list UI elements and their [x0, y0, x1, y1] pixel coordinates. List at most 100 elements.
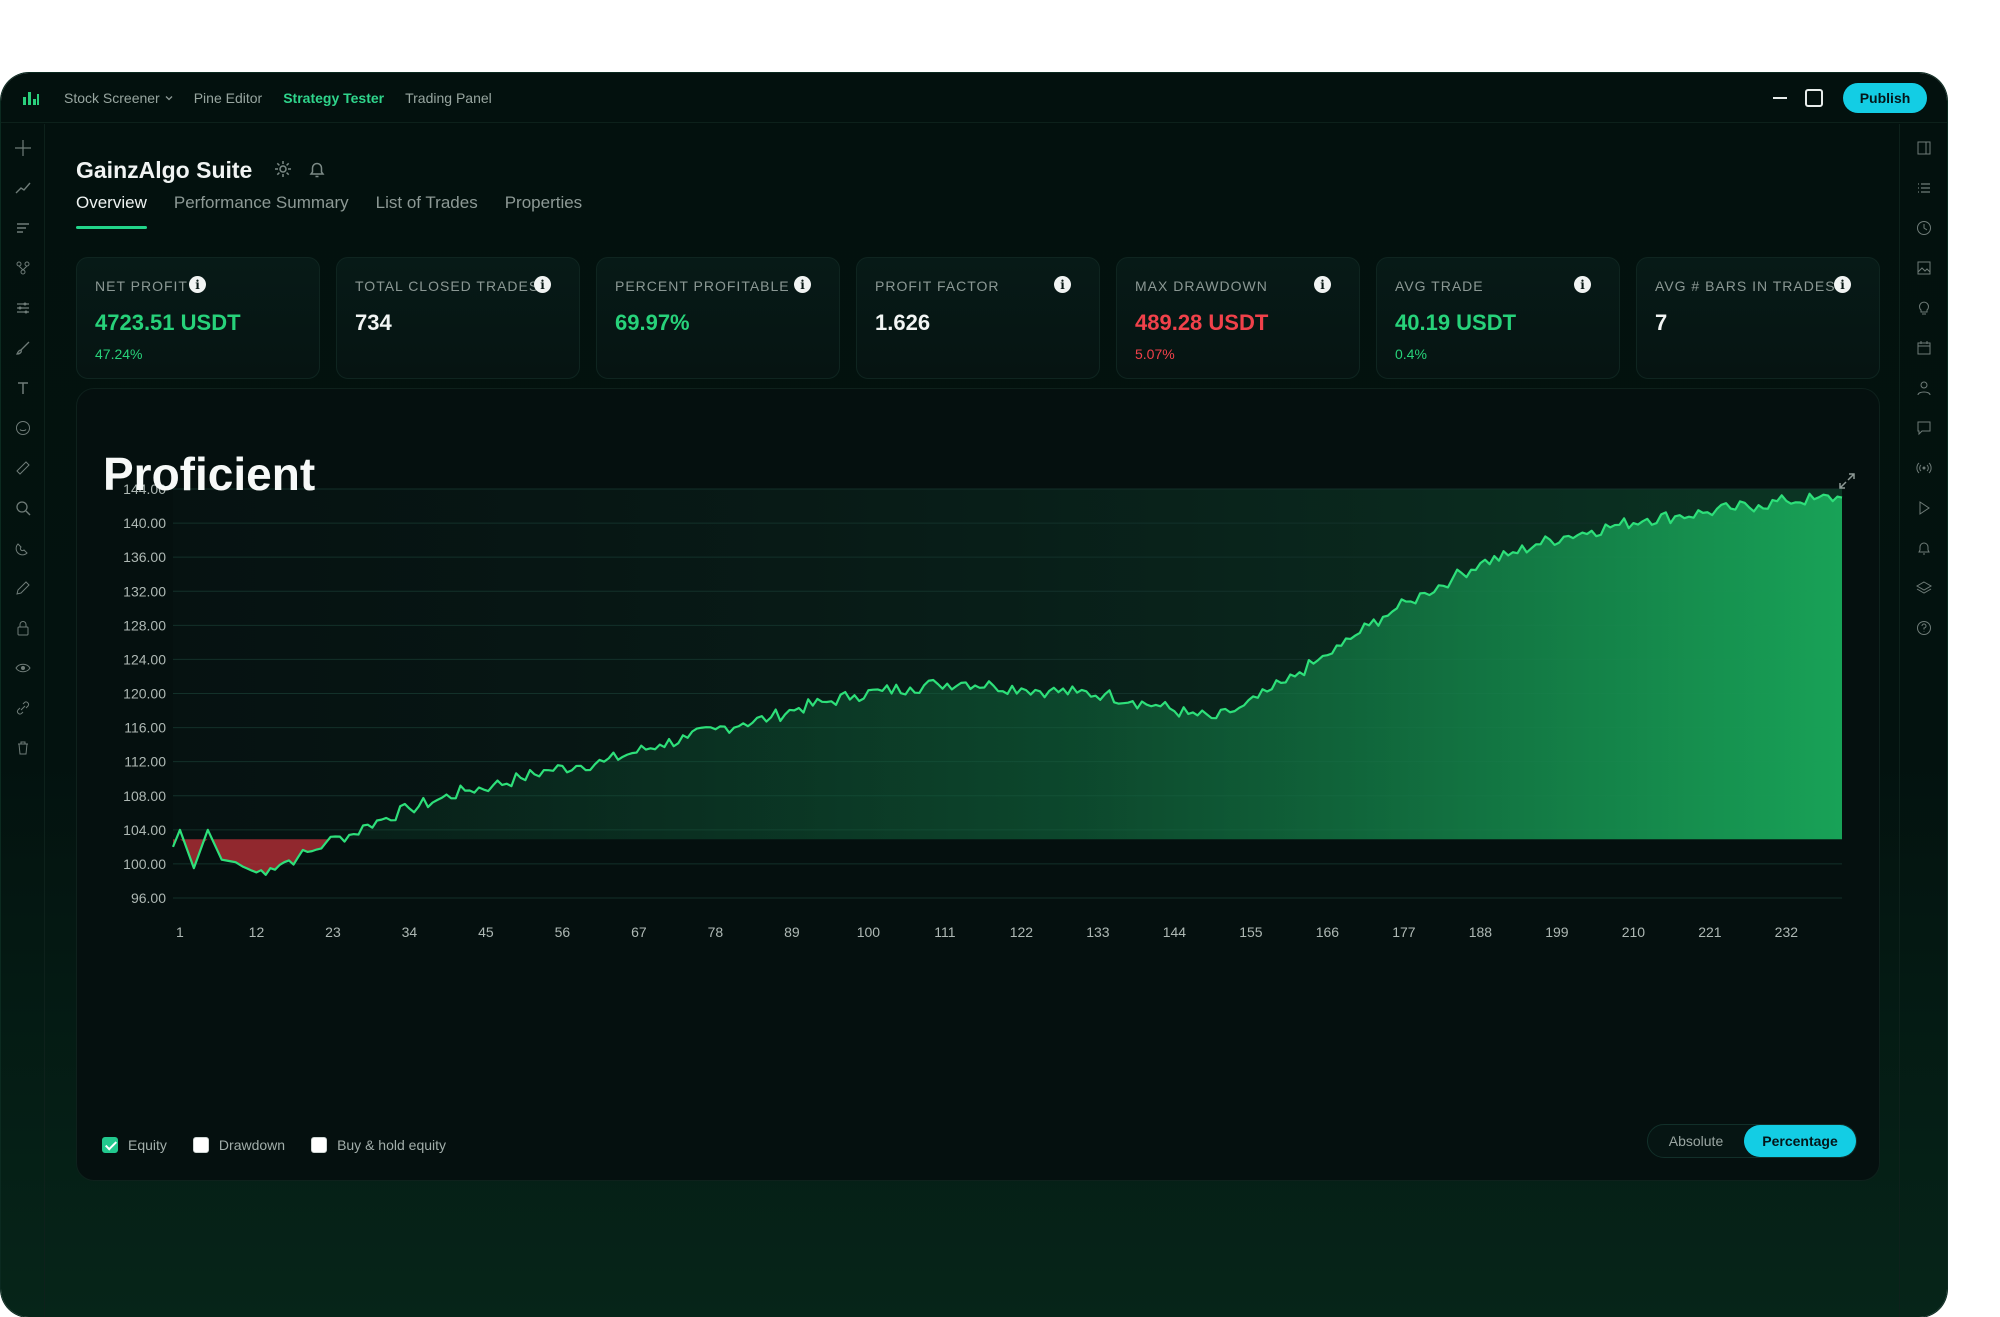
metric-card-avg-trade: Avg Trade i 40.19 USDT 0.4%: [1376, 257, 1620, 379]
play-icon[interactable]: [1916, 500, 1932, 516]
chart-title: Proficient: [103, 448, 316, 500]
metric-card-net-profit: Net Profit i 4723.51 USDT 47.24%: [76, 257, 320, 379]
nav-strategy-tester[interactable]: Strategy Tester: [283, 90, 384, 106]
checkbox-unchecked[interactable]: [311, 1137, 328, 1153]
chart-logo-icon: [23, 92, 39, 105]
nav-pine-editor[interactable]: Pine Editor: [194, 90, 262, 106]
eye-icon[interactable]: [15, 660, 31, 676]
y-tick-label: 100.00: [123, 856, 166, 872]
tab-overview[interactable]: Overview: [76, 193, 147, 229]
gear-icon[interactable]: [273, 159, 293, 179]
image-icon[interactable]: [1916, 260, 1932, 276]
metric-label: Max Drawdown: [1135, 278, 1268, 294]
nav-trading-panel[interactable]: Trading Panel: [405, 90, 492, 106]
metric-label: Percent Profitable: [615, 278, 790, 294]
checkbox-checked[interactable]: [102, 1137, 118, 1153]
user-icon[interactable]: [1916, 380, 1932, 396]
help-icon[interactable]: [1916, 620, 1932, 636]
trend-line-icon[interactable]: [15, 180, 31, 196]
magnet-icon[interactable]: [15, 540, 31, 556]
legend-equity-checkbox[interactable]: Equity: [102, 1137, 167, 1153]
minimize-button[interactable]: [1773, 73, 1789, 123]
fork-icon[interactable]: [15, 260, 31, 276]
nav-stock-screener[interactable]: Stock Screener: [64, 90, 173, 106]
publish-button[interactable]: Publish: [1843, 83, 1927, 113]
equity-chart-panel: 96.00 100.00 104.00 108.00 112.00 116.00 120.0…: [76, 388, 1880, 1181]
y-tick-label: 96.00: [131, 890, 166, 906]
x-tick-label: 188: [1469, 924, 1493, 940]
chat-icon[interactable]: [1916, 420, 1932, 436]
metric-value: 69.97%: [615, 310, 690, 335]
x-tick-label: 155: [1239, 924, 1263, 940]
legend-drawdown-checkbox[interactable]: Drawdown: [192, 1137, 286, 1153]
legend-label: Drawdown: [218, 1137, 286, 1153]
brush-icon[interactable]: [15, 340, 31, 356]
bell-icon[interactable]: [307, 159, 327, 179]
info-icon[interactable]: i: [1834, 276, 1851, 293]
metric-value: 4723.51 USDT: [95, 310, 241, 335]
pencil-icon[interactable]: [15, 580, 31, 596]
info-icon[interactable]: i: [1314, 276, 1331, 293]
panel-icon[interactable]: [1916, 140, 1932, 156]
text-lines-icon[interactable]: [15, 220, 31, 236]
info-icon[interactable]: i: [1574, 276, 1591, 293]
metric-cards: Net Profit i 4723.51 USDT 47.24% Total C…: [76, 257, 1880, 379]
x-tick-label: 221: [1698, 924, 1722, 940]
lock-icon[interactable]: [15, 620, 31, 636]
metric-value: 489.28 USDT: [1135, 310, 1269, 335]
info-icon[interactable]: i: [1054, 276, 1071, 293]
metric-label: Profit Factor: [875, 278, 1000, 294]
toggle-percentage[interactable]: Percentage: [1744, 1125, 1856, 1157]
toggle-absolute[interactable]: Absolute: [1648, 1125, 1744, 1157]
calendar-icon[interactable]: [1916, 340, 1932, 356]
lightbulb-icon[interactable]: [1916, 300, 1932, 316]
top-bar: Stock Screener Pine Editor Strategy Test…: [1, 73, 1947, 123]
maximize-button[interactable]: [1805, 73, 1825, 123]
x-tick-label: 34: [402, 924, 418, 940]
crosshair-icon[interactable]: [15, 140, 31, 156]
clock-icon[interactable]: [1916, 220, 1932, 236]
tab-performance-summary[interactable]: Performance Summary: [174, 193, 349, 229]
tab-list-of-trades[interactable]: List of Trades: [376, 193, 478, 229]
metric-label: Net Profit: [95, 278, 188, 294]
broadcast-icon[interactable]: [1916, 460, 1932, 476]
x-tick-label: 89: [784, 924, 800, 940]
y-tick-label: 104.00: [123, 822, 166, 838]
metric-card-max-drawdown: Max Drawdown i 489.28 USDT 5.07%: [1116, 257, 1360, 379]
ruler-icon[interactable]: [15, 460, 31, 476]
x-tick-label: 177: [1392, 924, 1416, 940]
scale-toggle: Absolute Percentage: [1647, 1124, 1857, 1158]
checkbox-unchecked[interactable]: [192, 1137, 209, 1153]
info-icon[interactable]: i: [534, 276, 551, 293]
bell-icon[interactable]: [1916, 540, 1932, 556]
left-toolbar: [1, 124, 45, 1317]
metric-label: Total Closed Trades: [355, 278, 540, 294]
sliders-icon[interactable]: [15, 300, 31, 316]
x-tick-label: 199: [1545, 924, 1569, 940]
y-tick-label: 108.00: [123, 788, 166, 804]
x-tick-label: 133: [1086, 924, 1110, 940]
metric-subvalue: 5.07%: [1135, 346, 1175, 362]
tab-properties[interactable]: Properties: [505, 193, 582, 229]
y-tick-label: 136.00: [123, 549, 166, 565]
trash-icon[interactable]: [15, 740, 31, 756]
y-tick-label: 140.00: [123, 515, 166, 531]
equity-chart[interactable]: 96.00 100.00 104.00 108.00 112.00 116.00 120.0…: [77, 389, 1881, 1182]
x-tick-label: 67: [631, 924, 647, 940]
x-tick-label: 111: [934, 924, 955, 940]
list-icon[interactable]: [1916, 180, 1932, 196]
info-icon[interactable]: i: [794, 276, 811, 293]
emoji-icon[interactable]: [15, 420, 31, 436]
layers-icon[interactable]: [1916, 580, 1932, 596]
zoom-icon[interactable]: [15, 500, 31, 516]
text-tool-icon[interactable]: [15, 380, 31, 396]
info-icon[interactable]: i: [189, 276, 206, 293]
x-tick-label: 210: [1622, 924, 1646, 940]
legend-buy-hold-checkbox[interactable]: Buy & hold equity: [311, 1137, 446, 1153]
x-tick-label: 144: [1163, 924, 1187, 940]
link-icon[interactable]: [15, 700, 31, 716]
x-tick-label: 56: [555, 924, 571, 940]
metric-card-percent-profitable: Percent Profitable i 69.97%: [596, 257, 840, 379]
x-tick-label: 12: [249, 924, 265, 940]
expand-icon[interactable]: [1837, 471, 1857, 491]
